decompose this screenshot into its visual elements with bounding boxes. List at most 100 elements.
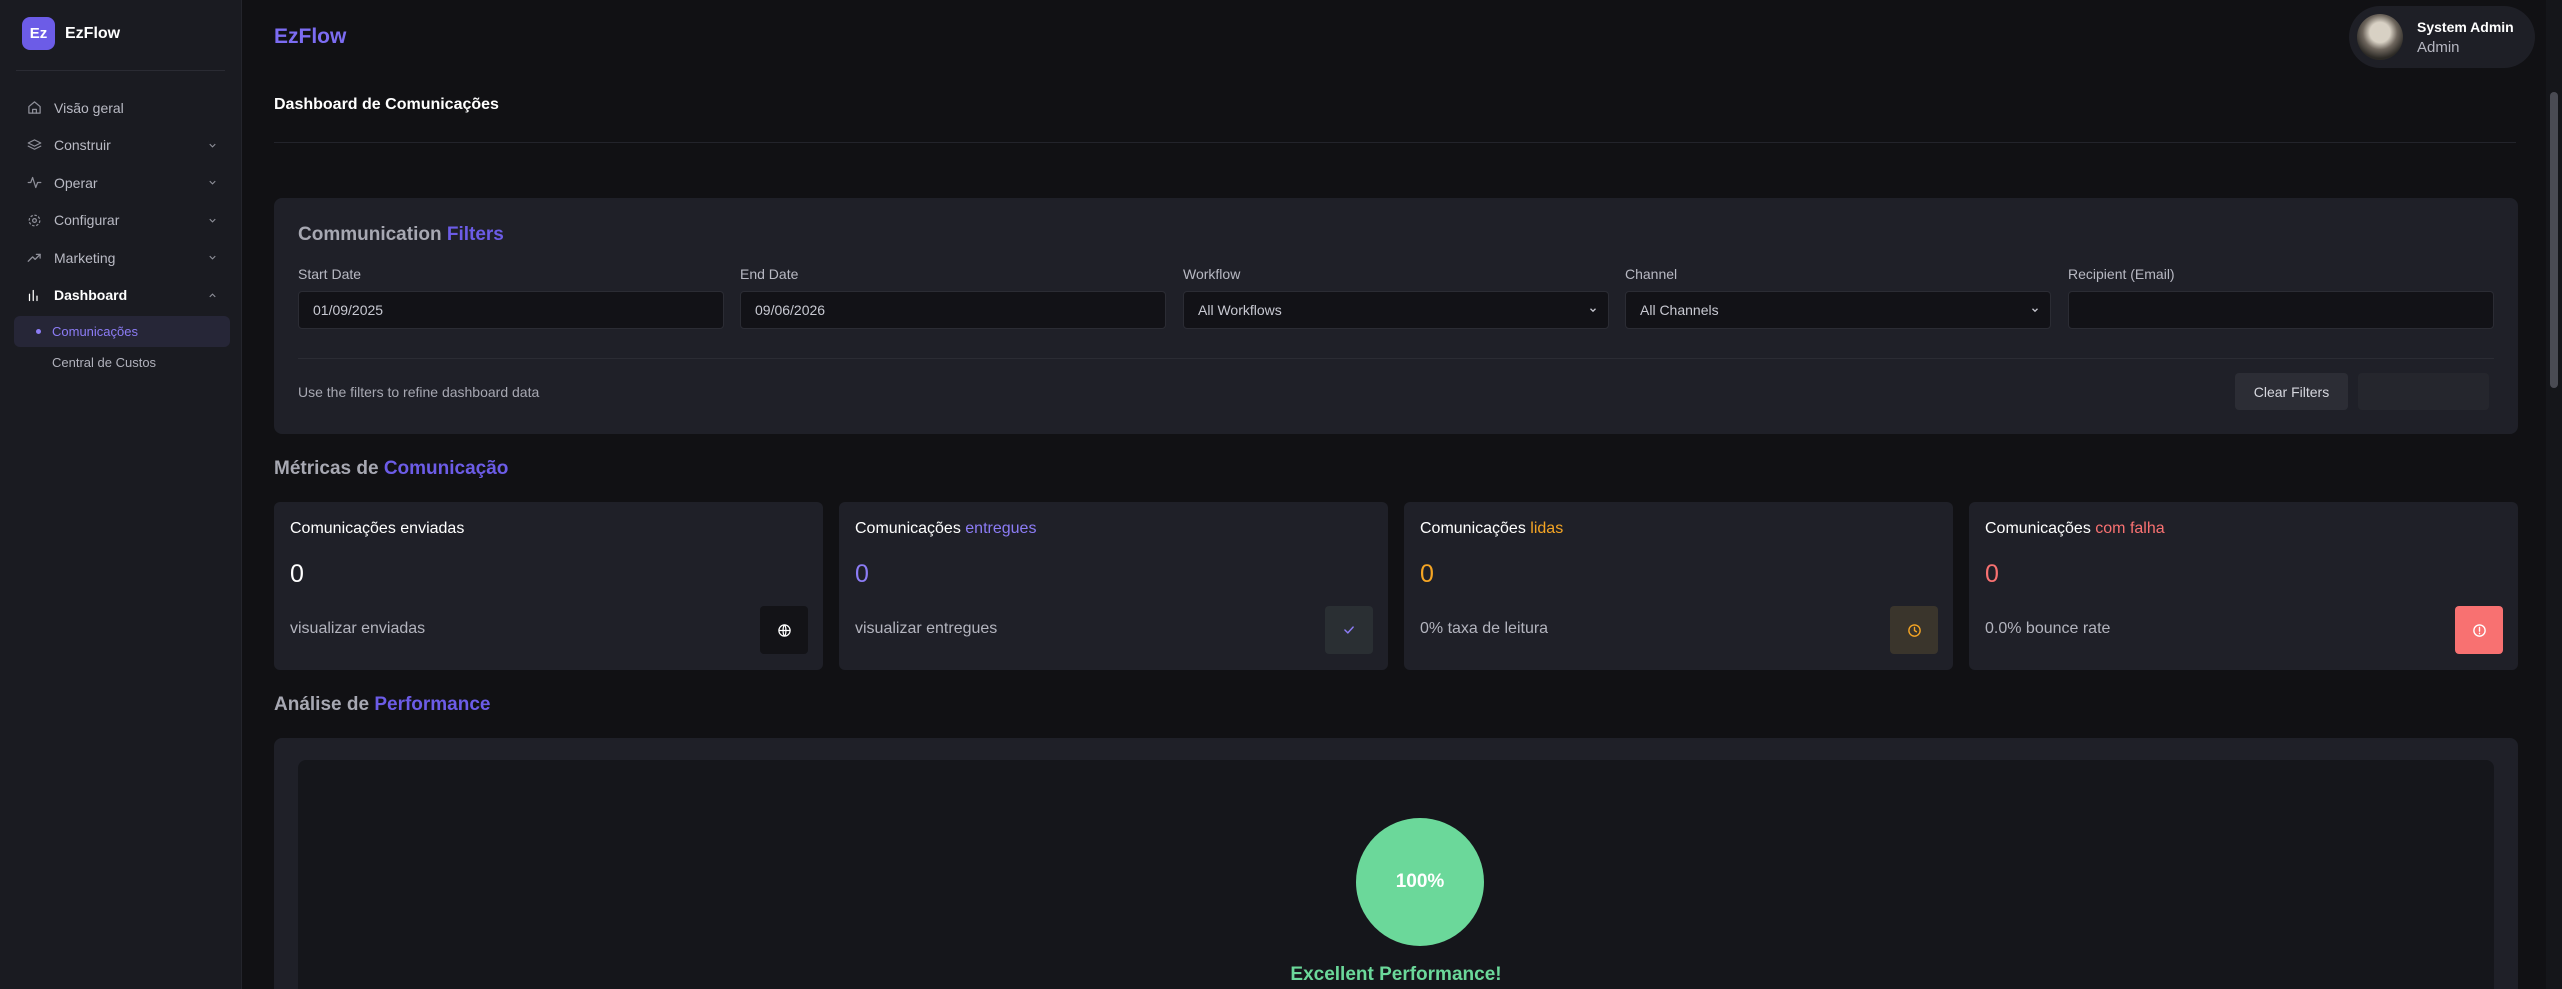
alert-circle-icon[interactable] [2455,606,2503,654]
avatar [2357,14,2403,60]
channel-select-value: All Channels [1640,302,1719,318]
trending-up-icon [26,250,42,266]
chevron-down-icon [2030,305,2040,315]
user-info: System Admin Admin [2417,19,2514,56]
metric-card-title-accent: lidas [1530,520,1564,537]
sidebar-item-label: Dashboard [54,287,128,304]
metric-card-title-prefix: Comunicações [1420,520,1526,537]
workflow-label: Workflow [1183,266,1241,282]
page-scrollbar[interactable] [2546,0,2562,989]
sidebar-item-configurar[interactable]: Configurar [14,202,230,240]
metric-card-value: 0 [1985,560,1999,588]
metric-card-value: 0 [855,560,869,588]
header-title[interactable]: EzFlow [274,25,346,49]
metric-card-title-accent: entregues [965,520,1037,537]
end-date-field: End Date 09/06/2026 [740,266,1166,329]
apply-filters-button[interactable] [2358,373,2489,410]
workflow-select-value: All Workflows [1198,302,1282,318]
start-date-field: Start Date 01/09/2025 [298,266,724,329]
filters-title-prefix: Communication [298,224,442,245]
user-menu[interactable]: System Admin Admin [2349,6,2535,68]
check-icon[interactable] [1325,606,1373,654]
recipient-email-input[interactable] [2068,291,2494,329]
sidebar-subitem-central-de-custos[interactable]: Central de Custos [14,347,230,378]
channel-select[interactable]: All Channels [1625,291,2051,329]
sidebar-item-label: Operar [54,174,98,191]
sidebar-nav: Visão geral Construir Operar Configurar … [14,89,230,378]
metric-card-value: 0 [290,560,304,588]
metric-card-delivered: Comunicações entregues 0 visualizar entr… [839,502,1388,670]
sidebar-divider [16,70,225,71]
sidebar-item-dashboard[interactable]: Dashboard [14,277,230,315]
metrics-title-accent: Comunicação [383,458,509,479]
metric-card-title: Comunicações com falha [1985,520,2165,538]
brand[interactable]: Ez EzFlow [22,17,120,50]
sidebar-item-label: Marketing [54,249,116,266]
channel-field: Channel All Channels [1625,266,2051,329]
brand-logo: Ez [22,17,55,50]
recipient-label: Recipient (Email) [2068,266,2175,282]
metric-card-title-prefix: Comunicações enviadas [290,520,465,537]
sidebar-item-label: Visão geral [54,99,124,116]
performance-title-prefix: Análise de [274,694,370,715]
performance-panel: 100% Excellent Performance! [274,738,2518,989]
start-date-input[interactable]: 01/09/2025 [298,291,724,329]
scrollbar-thumb[interactable] [2550,92,2558,388]
metric-card-sub: 0% taxa de leitura [1420,620,1549,637]
metrics-section-title: Métricas de Comunicação [274,458,508,480]
end-date-input[interactable]: 09/06/2026 [740,291,1166,329]
metric-card-value: 0 [1420,560,1434,588]
metric-card-read: Comunicações lidas 0 0% taxa de leitura [1404,502,1953,670]
end-date-label: End Date [740,266,799,282]
performance-card: 100% Excellent Performance! [298,760,2494,989]
performance-score-circle: 100% [1356,818,1484,946]
filters-divider [298,358,2494,359]
metric-card-sub: 0.0% bounce rate [1985,620,2111,637]
chevron-down-icon [1588,305,1598,315]
clear-filters-button[interactable]: Clear Filters [2235,373,2348,410]
sidebar-item-construir[interactable]: Construir [14,127,230,165]
recipient-field: Recipient (Email) [2068,266,2494,329]
user-name: System Admin [2417,18,2514,35]
sidebar-item-operar[interactable]: Operar [14,164,230,202]
metric-card-title: Comunicações enviadas [290,520,464,538]
metrics-title-prefix: Métricas de [274,458,379,479]
metric-card-sub[interactable]: visualizar entregues [855,620,997,638]
clock-icon[interactable] [1890,606,1938,654]
sidebar-item-marketing[interactable]: Marketing [14,239,230,277]
metric-card-title-accent: com falha [2095,520,2165,537]
filters-hint: Use the filters to refine dashboard data [298,384,540,400]
page-title: Dashboard de Comunicações [274,96,499,113]
performance-title-accent: Performance [374,694,491,715]
bar-chart-icon [26,287,42,303]
chevron-down-icon [206,177,218,189]
performance-section-title: Análise de Performance [274,694,491,716]
page-title-divider [274,142,2516,143]
home-icon [26,100,42,116]
metric-card-sent: Comunicações enviadas 0 visualizar envia… [274,502,823,670]
communication-filters-panel: Communication Filters Start Date 01/09/2… [274,198,2518,434]
sidebar-item-label: Configurar [54,212,120,229]
sidebar-subitem-comunicacoes[interactable]: Comunicações [14,316,230,347]
globe-icon[interactable] [760,606,808,654]
user-role: Admin [2417,38,2460,56]
metric-card-title: Comunicações entregues [855,520,1036,538]
channel-label: Channel [1625,266,1678,282]
metric-card-title-prefix: Comunicações [855,520,961,537]
chevron-down-icon [206,214,218,226]
metric-card-failed: Comunicações com falha 0 0.0% bounce rat… [1969,502,2518,670]
chevron-down-icon [206,139,218,151]
sidebar: Ez EzFlow Visão geral Construir Operar C… [0,0,242,989]
chevron-up-icon [206,289,218,301]
gear-icon [26,212,42,228]
sidebar-item-visao-geral[interactable]: Visão geral [14,89,230,127]
filters-title-accent: Filters [446,224,504,245]
metric-card-title: Comunicações lidas [1420,520,1563,538]
metric-card-sub[interactable]: visualizar enviadas [290,620,425,638]
workflow-select[interactable]: All Workflows [1183,291,1609,329]
layers-icon [26,137,42,153]
start-date-label: Start Date [298,266,362,282]
dashboard-submenu: Comunicações Central de Custos [14,316,230,378]
activity-icon [26,175,42,191]
brand-name: EzFlow [65,24,121,42]
